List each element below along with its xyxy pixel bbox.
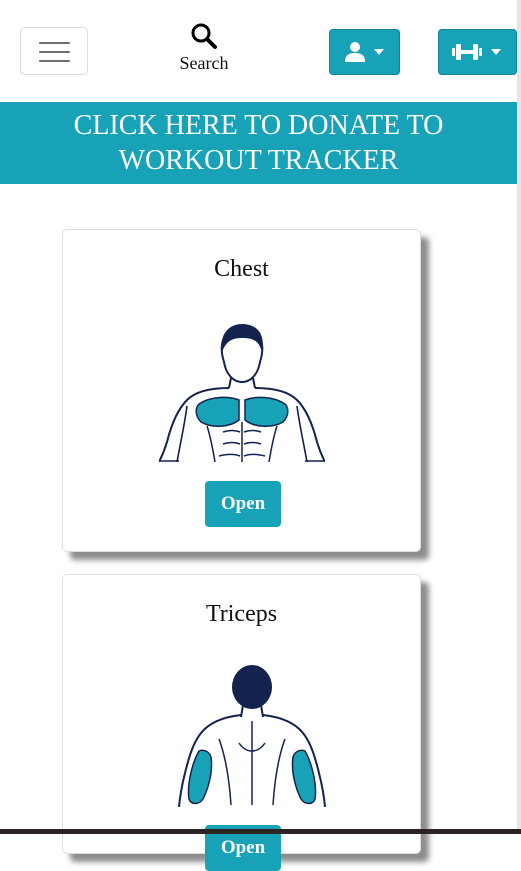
chevron-down-icon xyxy=(491,49,501,55)
hamburger-icon-bar xyxy=(39,60,70,62)
window-bottom-edge xyxy=(0,829,521,834)
navbar: Search xyxy=(0,0,517,102)
dumbbell-icon xyxy=(452,44,482,60)
search-label: Search xyxy=(179,53,229,73)
workout-menu-button[interactable] xyxy=(438,29,517,75)
triceps-figure-icon xyxy=(178,665,326,807)
muscle-card-triceps: Triceps Open xyxy=(62,574,421,871)
hamburger-icon-bar xyxy=(39,51,70,53)
donate-banner-line1: CLICK HERE TO DONATE TO xyxy=(73,110,444,141)
chevron-down-icon xyxy=(374,49,384,55)
card-title: Triceps xyxy=(205,601,278,627)
search-icon xyxy=(191,23,217,49)
menu-toggle-button[interactable] xyxy=(20,27,88,75)
search-link[interactable]: Search xyxy=(170,22,238,82)
muscle-card-chest: Chest Open xyxy=(62,229,421,552)
user-icon xyxy=(345,42,365,62)
open-chest-button[interactable]: Open xyxy=(205,481,281,527)
hamburger-icon xyxy=(39,42,70,44)
scrollbar-track[interactable] xyxy=(517,0,521,834)
card-title: Chest xyxy=(214,256,269,282)
user-menu-button[interactable] xyxy=(329,29,400,75)
donate-banner-line2: WORKOUT TRACKER xyxy=(118,145,399,176)
chest-figure-icon xyxy=(159,324,325,462)
donate-banner-link[interactable]: CLICK HERE TO DONATE TO WORKOUT TRACKER xyxy=(0,102,517,184)
